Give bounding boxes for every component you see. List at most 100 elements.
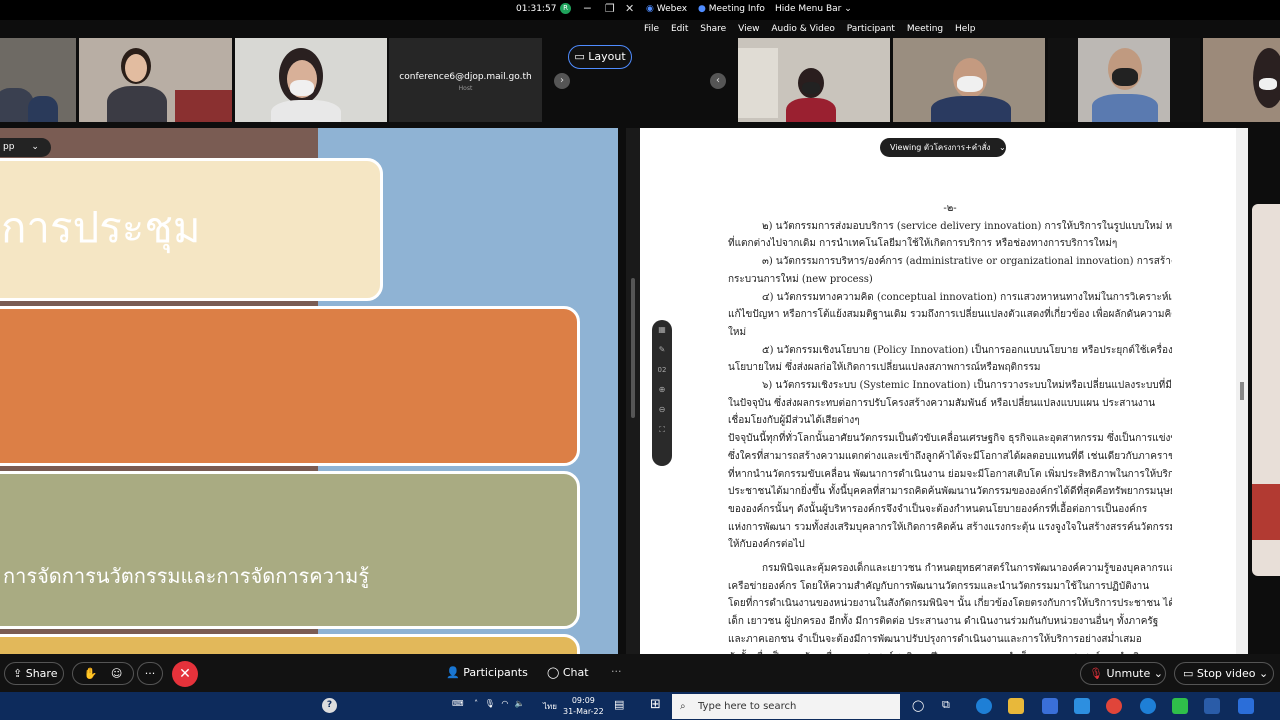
- person-figure: [107, 86, 167, 122]
- system-tray: ⌨ ˄ 🎙 ◠ 🔈: [452, 699, 525, 708]
- share-button[interactable]: ⇪ Share: [4, 662, 64, 685]
- participant-video-5[interactable]: [893, 38, 1045, 122]
- doc-line: กรมพินิจและคุ้มครองเด็กและเยาวชน กำหนดยุ…: [762, 563, 1172, 575]
- participant-video-1[interactable]: [0, 38, 76, 122]
- participant-video-3[interactable]: [235, 38, 387, 122]
- cortana-icon[interactable]: ◯: [912, 699, 924, 712]
- chevron-right-icon[interactable]: ›: [554, 73, 570, 89]
- host-tile[interactable]: conference6@djop.mail.go.th Host: [389, 38, 542, 122]
- participant-video-7[interactable]: [1203, 38, 1280, 122]
- help-icon[interactable]: ?: [322, 698, 337, 713]
- scroll-thumb[interactable]: [1240, 382, 1244, 400]
- divider-handle[interactable]: [631, 278, 635, 418]
- task-view-icon[interactable]: ⧉: [942, 698, 950, 712]
- mail-icon[interactable]: [1074, 698, 1090, 714]
- split-divider[interactable]: [626, 128, 640, 654]
- restore-icon[interactable]: ❐: [605, 2, 615, 15]
- menu-share[interactable]: Share: [700, 24, 726, 34]
- share-icon: ⇪: [13, 667, 23, 680]
- info-icon: ●: [698, 4, 706, 14]
- menu-file[interactable]: File: [644, 24, 659, 34]
- hide-menu-bar-button[interactable]: Hide Menu Bar ⌄: [775, 4, 852, 14]
- participant-video-2[interactable]: [79, 38, 232, 122]
- layout-button[interactable]: ▭ Layout: [568, 45, 632, 69]
- keyboard-icon[interactable]: ⌨: [452, 699, 464, 708]
- menu-edit[interactable]: Edit: [671, 24, 688, 34]
- clock[interactable]: 09:09 31-Mar-22: [563, 695, 604, 717]
- unmute-button[interactable]: 🎙 Unmute ⌄: [1080, 662, 1166, 685]
- webex-app-label[interactable]: ◉ Webex: [646, 4, 687, 14]
- line-app-icon[interactable]: [1172, 698, 1188, 714]
- word-icon[interactable]: [1238, 698, 1254, 714]
- face-mask: [290, 80, 314, 96]
- annotation-toolbar: ▦ ✎ 02 ⊕ ⊖ ⛶: [652, 320, 672, 466]
- volume-icon[interactable]: 🔈: [515, 699, 525, 708]
- participant-video-6[interactable]: [1048, 38, 1200, 122]
- leave-meeting-button[interactable]: ✕: [172, 661, 198, 687]
- fit-screen-icon[interactable]: ⛶: [652, 420, 672, 440]
- more-options-button[interactable]: ···: [137, 662, 163, 685]
- menu-help[interactable]: Help: [955, 24, 976, 34]
- person-figure: [1092, 94, 1158, 122]
- mic-icon[interactable]: 🎙: [485, 699, 495, 708]
- grid-icon[interactable]: ▦: [652, 320, 672, 340]
- doc-line: แห่งการพัฒนา รวมทั้งส่งเสริมบุคลากรให้เก…: [728, 521, 1172, 533]
- recording-icon: R: [560, 3, 571, 14]
- bookshelf: [175, 90, 232, 122]
- doc-line: ๒) นวัตกรรมการส่งมอบบริการ (service deli…: [762, 220, 1172, 232]
- menu-audio-video[interactable]: Audio & Video: [771, 24, 835, 34]
- doc-line: ที่แตกต่างไปจากเดิม การนำเทคโนโลยีมาใช้ใ…: [728, 238, 1118, 250]
- chat-icon: ◯: [547, 666, 560, 679]
- chrome-icon[interactable]: [1106, 698, 1122, 714]
- mic-muted-icon: 🎙: [1089, 667, 1103, 680]
- reactions-group: ✋ ☺: [72, 662, 134, 685]
- doc-line: ๓) นวัตกรรมการบริหาร/องค์การ (administra…: [762, 256, 1172, 268]
- participant-video-8[interactable]: [1252, 204, 1280, 576]
- taskbar-search-input[interactable]: ⌕ Type here to search: [672, 694, 900, 719]
- language-indicator[interactable]: ไทย: [543, 700, 557, 713]
- shared-slide: การประชุม การจัดการนวัตกรรมและการจัดการค…: [0, 128, 618, 654]
- slide-orange-box: [0, 306, 580, 466]
- chat-button[interactable]: ◯ Chat: [547, 666, 589, 679]
- store-icon[interactable]: [1042, 698, 1058, 714]
- face-mask: [802, 82, 820, 94]
- notification-icon[interactable]: ▤: [614, 698, 624, 711]
- menu-participant[interactable]: Participant: [847, 24, 895, 34]
- meeting-timer: 01:31:57: [516, 4, 557, 14]
- slide-title: การประชุม: [1, 203, 201, 252]
- raise-hand-icon[interactable]: ✋: [84, 667, 98, 680]
- menu-meeting[interactable]: Meeting: [907, 24, 943, 34]
- more-icon[interactable]: ···: [611, 665, 622, 678]
- chevron-left-icon[interactable]: ‹: [710, 73, 726, 89]
- file-explorer-icon[interactable]: [1008, 698, 1024, 714]
- pen-icon[interactable]: ✎: [652, 340, 672, 360]
- screen: 01:31:57 R ─ ❐ ✕ ◉ Webex ● Meeting Info …: [0, 0, 1280, 720]
- wifi-icon[interactable]: ◠: [501, 699, 508, 708]
- document-scrollbar[interactable]: [1236, 128, 1248, 654]
- windows-start-icon[interactable]: ⊞: [650, 697, 661, 712]
- edge-icon[interactable]: [976, 698, 992, 714]
- person-figure: [28, 96, 58, 122]
- cabinet: [738, 48, 778, 118]
- zoom-out-icon[interactable]: ⊖: [652, 400, 672, 420]
- menu-view[interactable]: View: [738, 24, 759, 34]
- zoom-in-icon[interactable]: ⊕: [652, 380, 672, 400]
- doc-line: ขององค์กรนั้นๆ ดังนั้นผู้บริหารองค์กรจึง…: [728, 503, 1148, 515]
- meeting-info-button[interactable]: ● Meeting Info: [698, 4, 765, 14]
- minimize-icon[interactable]: ─: [584, 2, 591, 15]
- participants-button[interactable]: 👤 Participants: [446, 666, 528, 679]
- participant-video-4[interactable]: [738, 38, 890, 122]
- close-icon[interactable]: ✕: [625, 2, 634, 15]
- chevron-up-icon[interactable]: ˄: [474, 699, 478, 708]
- menu-bar: File Edit Share View Audio & Video Parti…: [644, 24, 985, 34]
- stop-video-button[interactable]: ▭ Stop video ⌄: [1174, 662, 1274, 685]
- webex-taskbar-icon[interactable]: [1204, 698, 1220, 714]
- clock-date: 31-Mar-22: [563, 707, 604, 716]
- emoji-icon[interactable]: ☺: [111, 667, 122, 680]
- internet-explorer-icon[interactable]: [1140, 698, 1156, 714]
- doc-line: เด็ก เยาวชน ผู้ปกครอง อีกทั้ง มีการติดต่…: [728, 616, 1159, 628]
- camera-icon: ▭: [1183, 667, 1194, 680]
- share-selector[interactable]: pp ⌄: [0, 138, 51, 157]
- doc-line: ปัจจุบันนี้ทุกที่ทั่วโลกนั้นอาศัยนวัตกรร…: [728, 433, 1172, 445]
- viewing-indicator[interactable]: Viewing ตัวโครงการ+คำสั่ง ⌄: [880, 138, 1006, 157]
